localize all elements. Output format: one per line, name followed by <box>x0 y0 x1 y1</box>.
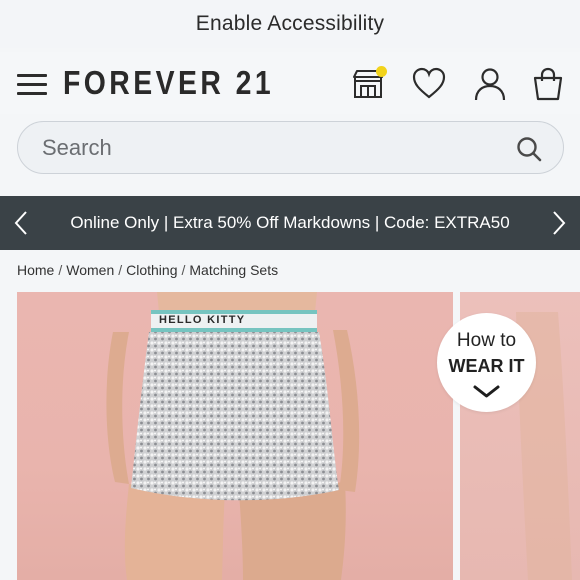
search-input[interactable] <box>42 130 482 166</box>
chevron-down-icon <box>473 385 500 398</box>
search-bar[interactable] <box>17 121 564 174</box>
promo-text[interactable]: Online Only | Extra 50% Off Markdowns | … <box>70 213 509 233</box>
breadcrumb-home[interactable]: Home <box>17 262 54 278</box>
store-notification-dot <box>376 66 387 77</box>
waistband-text: HELLO KITTY <box>159 314 246 326</box>
product-photo <box>106 292 360 580</box>
accessibility-link[interactable]: Enable Accessibility <box>196 12 384 36</box>
promo-banner: Online Only | Extra 50% Off Markdowns | … <box>0 196 580 250</box>
accessibility-bar[interactable]: Enable Accessibility <box>0 0 580 48</box>
wear-it-label: WEAR IT <box>448 356 525 376</box>
breadcrumb-women[interactable]: Women <box>66 262 114 278</box>
brand-logo[interactable]: FOREVER 21 <box>63 64 274 102</box>
chevron-right-icon[interactable] <box>550 210 568 236</box>
search-icon[interactable] <box>515 135 543 163</box>
site-header: FOREVER 21 <box>0 52 580 114</box>
chevron-left-icon[interactable] <box>12 210 30 236</box>
product-image-main[interactable] <box>17 292 453 580</box>
breadcrumb-clothing[interactable]: Clothing <box>126 262 177 278</box>
breadcrumb: Home / Women / Clothing / Matching Sets <box>17 262 279 278</box>
page: Enable Accessibility FOREVER 21 Search O… <box>0 0 580 580</box>
bag-icon[interactable] <box>530 66 566 102</box>
how-to-wear-it-button[interactable]: How to WEAR IT <box>437 313 536 412</box>
heart-icon[interactable] <box>411 66 447 102</box>
how-to-label: How to <box>456 330 517 351</box>
user-icon[interactable] <box>472 66 508 102</box>
breadcrumb-matching-sets[interactable]: Matching Sets <box>189 262 278 278</box>
menu-icon[interactable] <box>17 74 47 96</box>
